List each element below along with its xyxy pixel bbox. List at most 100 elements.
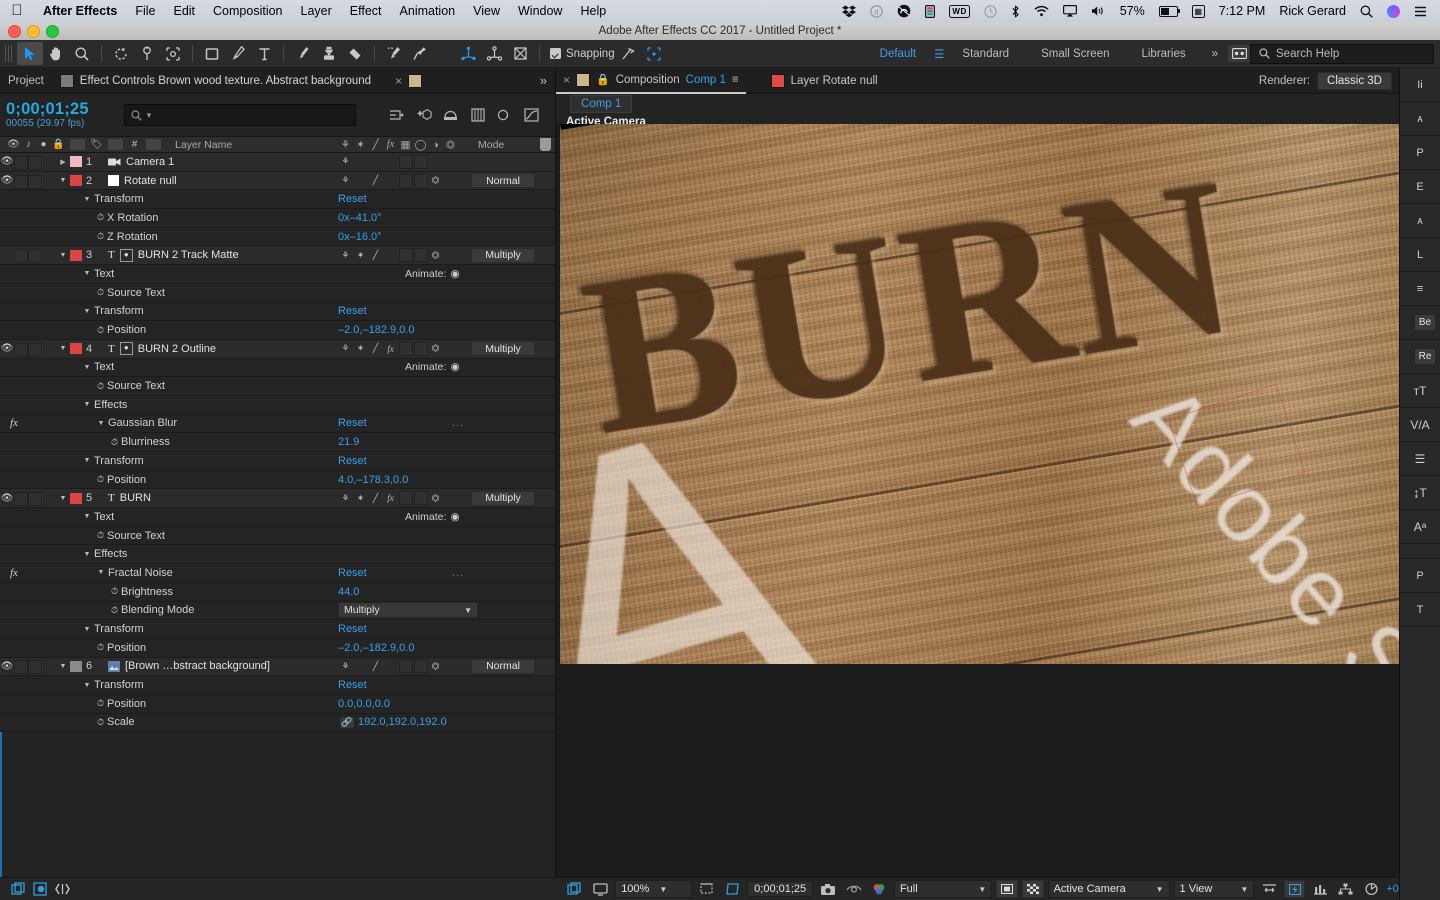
shy-switch[interactable]: ✶ — [353, 342, 368, 355]
motion-blur-switch[interactable] — [413, 491, 428, 506]
shy-switch[interactable]: ✶ — [353, 492, 368, 505]
layer-name[interactable]: T BURN — [108, 492, 151, 504]
audio-toggle[interactable] — [14, 155, 28, 170]
twirl-arrow-icon[interactable]: ▼ — [80, 308, 94, 315]
comp-chip[interactable]: Comp 1 — [570, 95, 633, 113]
reset-exposure-icon[interactable] — [1361, 880, 1383, 898]
3d-layer-switch[interactable] — [428, 155, 443, 168]
property-value[interactable]: 0.0,0.0,0.0 — [338, 698, 390, 710]
twirl-arrow-icon[interactable]: ▼ — [80, 364, 94, 371]
snapping-feature-icon[interactable] — [615, 42, 641, 65]
menu-edit[interactable]: Edit — [164, 4, 204, 18]
shy-switch[interactable] — [353, 174, 368, 187]
layer-name[interactable]: T ● BURN 2 Outline — [108, 342, 216, 356]
tab-close-icon[interactable]: × — [387, 68, 430, 93]
property-name[interactable]: Position — [107, 698, 146, 710]
twirl-arrow-icon[interactable]: ▼ — [80, 401, 94, 408]
workspace-default[interactable]: Default — [864, 40, 932, 67]
rotation-tool[interactable] — [108, 42, 134, 65]
tab-project[interactable]: Project — [0, 68, 52, 93]
volume-icon[interactable] — [1084, 5, 1113, 17]
baseline-shift-icon[interactable]: Aᵃ — [1400, 510, 1440, 544]
layer-name[interactable]: Rotate null — [108, 175, 177, 187]
parent-icon[interactable]: ⚘ — [338, 660, 353, 673]
property-row[interactable]: ▼ Text Animate: ◉ — [0, 508, 555, 527]
property-value[interactable]: Reset — [338, 193, 367, 205]
airplay-icon[interactable] — [1056, 5, 1084, 17]
view-layout-select[interactable]: 1 View ▼ — [1173, 880, 1255, 898]
3d-layer-switch[interactable]: ⏣ — [428, 660, 443, 673]
clone-stamp-tool[interactable] — [316, 42, 342, 65]
twirl-arrow-icon[interactable]: ▼ — [80, 196, 94, 203]
motion-blur-switch[interactable] — [413, 173, 428, 188]
comp-flowchart-icon[interactable] — [1335, 880, 1357, 898]
dock-audio[interactable]: ᴀ — [1400, 102, 1440, 136]
panel-overflow-chevron[interactable]: » — [540, 73, 555, 88]
parent-icon[interactable]: ⚘ — [338, 492, 353, 505]
twirl-arrow-icon[interactable]: ▼ — [80, 682, 94, 689]
property-name[interactable]: Gaussian Blur — [108, 417, 177, 429]
lock-toggle[interactable] — [42, 343, 56, 355]
quality-switch[interactable]: ╱ — [368, 249, 383, 262]
dock-info[interactable]: Ii — [1400, 68, 1440, 102]
twirl-arrow-icon[interactable]: ▼ — [56, 663, 70, 670]
twirl-arrow-icon[interactable]: ▼ — [56, 177, 70, 184]
local-axis-mode[interactable] — [455, 42, 481, 65]
keyboard-input-icon[interactable]: ▦ — [1185, 4, 1212, 18]
property-value[interactable]: 0x–16.0° — [338, 231, 382, 243]
workspace-libraries[interactable]: Libraries — [1125, 40, 1201, 67]
frame-blend-switch[interactable] — [398, 173, 413, 188]
table-row[interactable]: 👁 ▼ 4 T ● BURN 2 Outline ⚘ ✶ ╱ fx ⏣ Multiply — [0, 339, 555, 359]
eye-icon[interactable]: 👁 — [0, 343, 14, 354]
property-row[interactable]: ⏱ Source Text — [0, 377, 555, 396]
composition-viewer[interactable]: A Adobe S BURN — [556, 124, 1400, 878]
search-help-field[interactable]: Search Help — [1250, 43, 1434, 64]
dock-chip-regular[interactable]: Re — [1400, 340, 1440, 374]
draft-3d-icon[interactable] — [410, 103, 437, 127]
quality-switch[interactable]: ╱ — [368, 492, 383, 505]
show-channel-icon[interactable] — [868, 880, 890, 898]
creative-cloud-icon[interactable] — [890, 4, 918, 18]
toolbar-grip[interactable] — [5, 45, 14, 62]
workspace-small-screen[interactable]: Small Screen — [1025, 40, 1125, 67]
link-dimensions-icon[interactable]: 🔗 — [340, 716, 354, 728]
siri-icon[interactable] — [1380, 4, 1407, 18]
view-camera-select[interactable]: Active Camera ▼ — [1047, 880, 1170, 898]
animate-text-button[interactable]: Animate: ◉ — [405, 268, 460, 280]
shy-switch[interactable] — [353, 155, 368, 168]
solo-toggle[interactable] — [28, 249, 42, 264]
effect-options-icon[interactable]: ... — [452, 417, 464, 429]
blending-mode-value[interactable]: Normal — [472, 174, 534, 188]
3d-layer-switch[interactable]: ⏣ — [428, 492, 443, 505]
show-snapshot-icon[interactable] — [843, 880, 865, 898]
eye-icon[interactable]: 👁 — [0, 661, 14, 672]
property-name[interactable]: Position — [107, 642, 146, 654]
workspace-overflow-chevron[interactable]: » — [1202, 40, 1228, 67]
effects-switch[interactable] — [383, 155, 398, 168]
battery-icon[interactable] — [1152, 5, 1185, 17]
property-name[interactable]: Blending Mode — [121, 604, 194, 616]
effects-switch[interactable]: fx — [383, 492, 398, 505]
property-value[interactable]: –2.0,–182.9,0.0 — [338, 642, 414, 654]
graph-editor-icon[interactable] — [518, 103, 545, 127]
blending-mode-value[interactable]: Normal — [472, 659, 534, 673]
toggle-switches-modes-icon[interactable] — [8, 880, 28, 898]
twirl-arrow-icon[interactable]: ▼ — [56, 252, 70, 259]
property-name[interactable]: Brightness — [121, 586, 173, 598]
dock-align[interactable]: ᴀ — [1400, 204, 1440, 238]
label-color-swatch[interactable] — [70, 156, 82, 168]
twirl-arrow-icon[interactable]: ▼ — [94, 420, 108, 427]
d-circle-icon[interactable]: d — [863, 4, 890, 18]
property-row[interactable]: ▼ Text Animate: ◉ — [0, 358, 555, 378]
tab-composition-comp1[interactable]: × 🔒 Composition Comp 1 ≡ — [556, 67, 746, 94]
audio-icon[interactable]: ♪ — [21, 139, 36, 150]
expand-collapse-icon[interactable] — [52, 880, 72, 898]
fast-previews-icon[interactable] — [1283, 880, 1306, 898]
label-color-swatch[interactable] — [70, 492, 82, 504]
property-value[interactable]: Reset — [338, 679, 367, 691]
property-row[interactable]: ▼ Transform Reset — [0, 676, 555, 695]
label-icon[interactable]: 🏷 — [89, 139, 104, 150]
layer-name[interactable]: [Brown …bstract background] — [108, 660, 270, 672]
stopwatch-icon[interactable]: ⏱ — [108, 437, 121, 448]
3d-layer-switch[interactable]: ⏣ — [428, 342, 443, 355]
